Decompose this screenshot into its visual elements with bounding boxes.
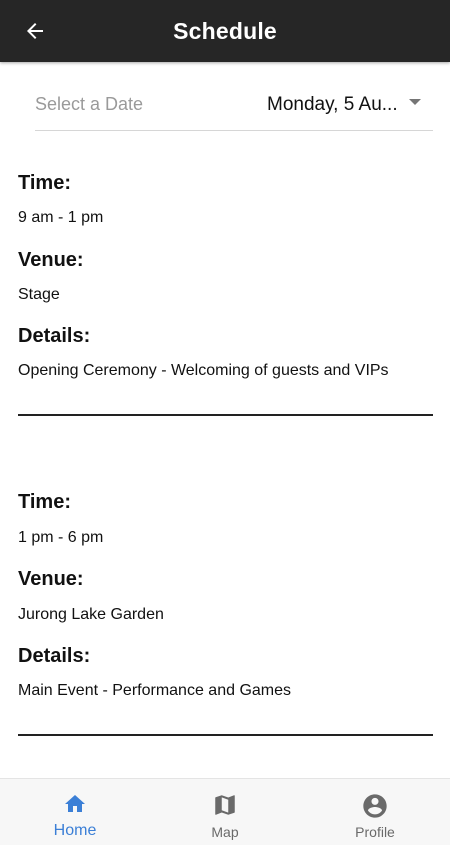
event-card: Time: 9 am - 1 pm Venue: Stage Details: …	[18, 160, 433, 420]
bottom-navigation: Home Map Profile	[0, 778, 450, 845]
details-label: Details:	[18, 645, 91, 667]
nav-label-profile: Profile	[355, 824, 395, 840]
venue-label: Venue:	[18, 249, 84, 271]
time-label: Time:	[18, 491, 71, 513]
venue-label: Venue:	[18, 568, 84, 590]
details-value: Opening Ceremony - Welcoming of guests a…	[18, 362, 389, 379]
selected-date: Monday, 5 Au...	[267, 94, 398, 115]
date-picker-row: Select a Date Monday, 5 Au...	[35, 80, 433, 131]
nav-item-map[interactable]: Map	[150, 779, 300, 845]
event-divider	[18, 414, 433, 416]
arrow-back-icon	[27, 23, 43, 39]
app-bar: Schedule	[0, 0, 450, 62]
details-label: Details:	[18, 325, 91, 347]
event-card: Time: 1 pm - 6 pm Venue: Jurong Lake Gar…	[18, 479, 433, 739]
nav-label-home: Home	[53, 822, 97, 839]
map-icon	[215, 795, 235, 815]
venue-value: Jurong Lake Garden	[18, 606, 164, 623]
event-divider	[18, 734, 433, 736]
page-title: Schedule	[173, 17, 277, 44]
time-value: 1 pm - 6 pm	[18, 529, 104, 546]
dropdown-arrow-icon	[409, 99, 421, 105]
venue-value: Stage	[18, 286, 60, 303]
account-circle-icon	[363, 794, 387, 818]
nav-item-home[interactable]: Home	[0, 779, 150, 845]
date-picker-label: Select a Date	[35, 94, 144, 114]
nav-label-map: Map	[211, 824, 239, 840]
details-value: Main Event - Performance and Games	[18, 682, 292, 699]
nav-item-profile[interactable]: Profile	[300, 779, 450, 845]
time-value: 9 am - 1 pm	[18, 209, 104, 226]
date-select-dropdown[interactable]: Monday, 5 Au...	[267, 92, 433, 118]
home-icon	[65, 795, 85, 812]
time-label: Time:	[18, 172, 71, 194]
back-button[interactable]	[20, 15, 50, 47]
